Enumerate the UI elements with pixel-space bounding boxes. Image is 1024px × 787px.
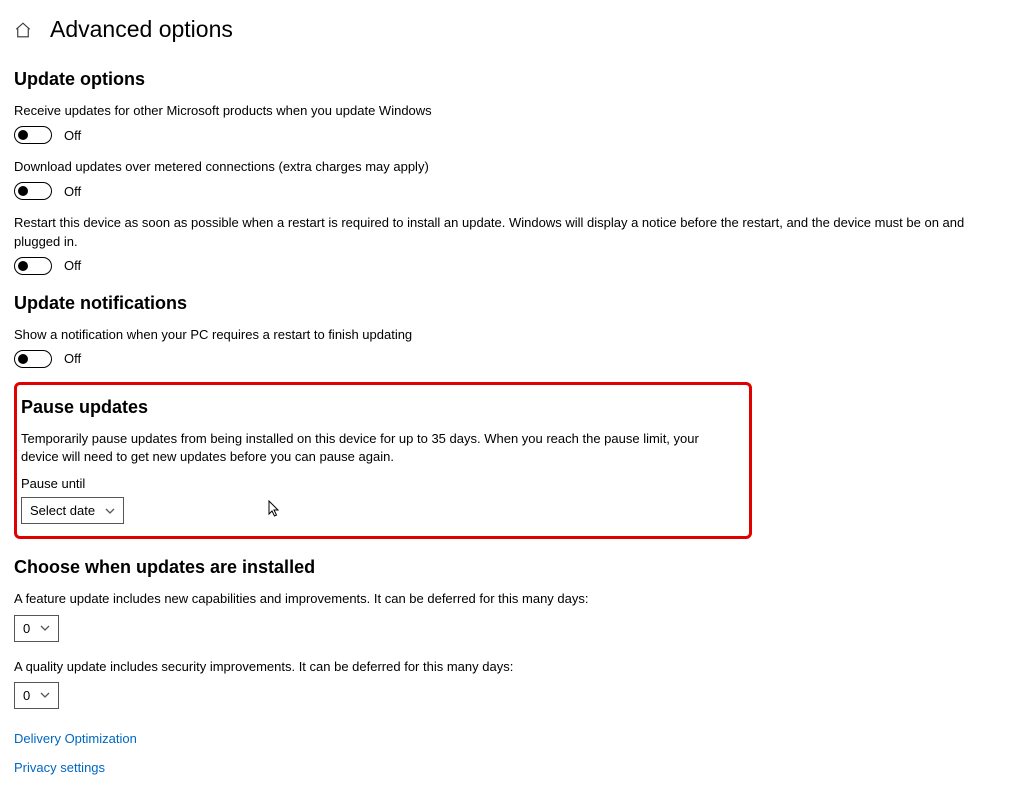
toggle-other-products-state: Off xyxy=(64,128,81,143)
link-privacy-settings[interactable]: Privacy settings xyxy=(14,760,1010,775)
quality-update-desc: A quality update includes security impro… xyxy=(14,658,1010,676)
section-update-options: Update options xyxy=(14,69,1010,90)
toggle-notify-restart[interactable] xyxy=(14,350,52,368)
pause-until-label: Pause until xyxy=(21,476,741,491)
page-title: Advanced options xyxy=(50,16,233,43)
option-metered-desc: Download updates over metered connection… xyxy=(14,158,1010,176)
option-metered-toggle-row: Off xyxy=(14,182,1010,200)
feature-update-value: 0 xyxy=(23,621,30,636)
option-other-products-desc: Receive updates for other Microsoft prod… xyxy=(14,102,1010,120)
quality-update-value: 0 xyxy=(23,688,30,703)
toggle-notify-restart-state: Off xyxy=(64,351,81,366)
home-icon[interactable] xyxy=(14,21,32,39)
section-pause-updates: Pause updates xyxy=(21,397,741,418)
pause-until-select[interactable]: Select date xyxy=(21,497,124,524)
link-delivery-optimization[interactable]: Delivery Optimization xyxy=(14,731,1010,746)
option-notify-restart-desc: Show a notification when your PC require… xyxy=(14,326,1010,344)
option-restart-toggle-row: Off xyxy=(14,257,1010,275)
chevron-down-icon xyxy=(40,690,50,700)
quality-update-select[interactable]: 0 xyxy=(14,682,59,709)
page-header: Advanced options xyxy=(14,16,1010,43)
feature-update-desc: A feature update includes new capabiliti… xyxy=(14,590,1010,608)
pause-updates-desc: Temporarily pause updates from being ins… xyxy=(21,430,721,466)
option-notify-restart-toggle-row: Off xyxy=(14,350,1010,368)
toggle-restart[interactable] xyxy=(14,257,52,275)
toggle-restart-state: Off xyxy=(64,258,81,273)
option-restart-desc: Restart this device as soon as possible … xyxy=(14,214,1010,250)
pause-updates-highlight: Pause updates Temporarily pause updates … xyxy=(14,382,752,539)
toggle-metered-state: Off xyxy=(64,184,81,199)
section-choose-when: Choose when updates are installed xyxy=(14,557,1010,578)
toggle-metered[interactable] xyxy=(14,182,52,200)
pause-until-value: Select date xyxy=(30,503,95,518)
option-other-products-toggle-row: Off xyxy=(14,126,1010,144)
chevron-down-icon xyxy=(40,623,50,633)
toggle-other-products[interactable] xyxy=(14,126,52,144)
chevron-down-icon xyxy=(105,506,115,516)
feature-update-select[interactable]: 0 xyxy=(14,615,59,642)
section-update-notifications: Update notifications xyxy=(14,293,1010,314)
